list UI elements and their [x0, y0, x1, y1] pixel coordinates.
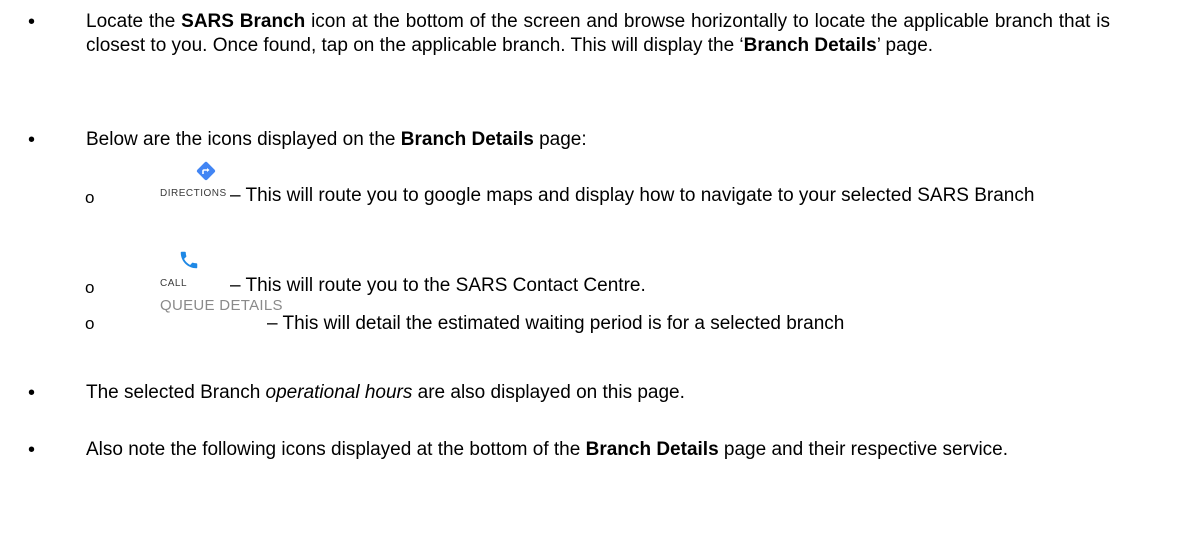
- p1-text-a: Locate the: [86, 11, 182, 32]
- call-description: – This will route you to the SARS Contac…: [230, 275, 646, 296]
- directions-text: – This will route you to google maps and…: [230, 185, 1035, 206]
- directions-label: DIRECTIONS: [160, 188, 227, 199]
- p3-text-c: are also displayed on this page.: [412, 382, 685, 403]
- paragraph-operational-hours: The selected Branch operational hours ar…: [86, 381, 1110, 405]
- queue-details-description: – This will detail the estimated waiting…: [267, 313, 845, 334]
- queue-details-label: QUEUE DETAILS: [160, 297, 283, 314]
- p2-text-c: page:: [533, 129, 587, 150]
- sub-bullet-marker: o: [85, 188, 95, 207]
- p2-bold-branch-details: Branch Details: [400, 129, 534, 150]
- phone-icon: [180, 251, 198, 269]
- bullet-marker: •: [28, 11, 36, 33]
- call-label: CALL: [160, 278, 188, 289]
- p3-text-a: The selected Branch: [86, 382, 266, 403]
- p4-text-c: page and their respective service.: [718, 439, 1009, 460]
- directions-icon: [196, 161, 216, 181]
- bullet-marker: •: [28, 129, 36, 151]
- p4-bold-branch-details: Branch Details: [585, 439, 719, 460]
- directions-description: – This will route you to google maps and…: [230, 184, 1110, 208]
- p1-bold-sars-branch: SARS Branch: [181, 11, 306, 32]
- bullet-marker: •: [28, 439, 36, 461]
- p1-text-e: ’ page.: [876, 35, 934, 56]
- paragraph-bottom-icons: Also note the following icons displayed …: [86, 438, 1110, 462]
- p3-italic-operational-hours: operational hours: [265, 382, 413, 403]
- bullet-marker: •: [28, 382, 36, 404]
- p4-text-a: Also note the following icons displayed …: [86, 439, 586, 460]
- paragraph-locate-branch: Locate the SARS Branch icon at the botto…: [86, 10, 1110, 58]
- sub-bullet-marker: o: [85, 314, 95, 333]
- sub-bullet-marker: o: [85, 278, 95, 297]
- paragraph-icons-intro: Below are the icons displayed on the Bra…: [86, 128, 1110, 152]
- p2-text-a: Below are the icons displayed on the: [86, 129, 401, 150]
- p1-bold-branch-details: Branch Details: [743, 35, 877, 56]
